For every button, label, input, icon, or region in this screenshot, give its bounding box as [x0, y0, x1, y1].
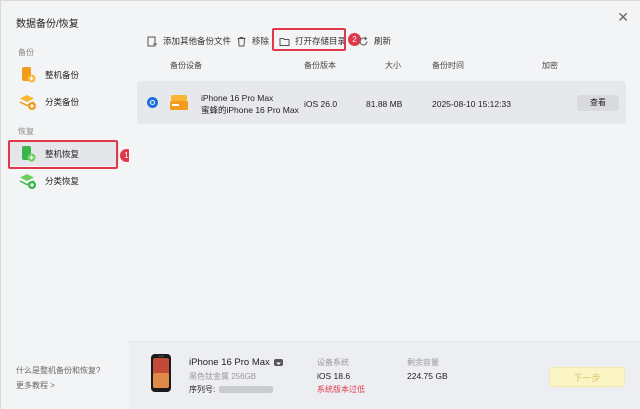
device-name: iPhone 16 Pro Max [189, 357, 270, 368]
help-link-question[interactable]: 什么是整机备份和恢复? [16, 365, 100, 376]
row-device-name: iPhone 16 Pro Max [201, 93, 274, 103]
device-info-panel: iPhone 16 Pro Max 黑色钛金属 256GB 序列号: 设备系统 … [129, 341, 640, 409]
sidebar-item-category-restore[interactable]: 分类恢复 [9, 168, 119, 193]
table-row[interactable]: iPhone 16 Pro Max 蜜蜂的iPhone 16 Pro Max i… [137, 81, 626, 124]
sidebar-item-label: 分类恢复 [45, 175, 80, 186]
device-color: 黑色钛金属 256GB [189, 372, 257, 381]
add-file-icon [147, 36, 158, 47]
row-select-radio[interactable] [147, 97, 158, 108]
row-time: 2025-08-10 15:12:33 [432, 99, 511, 109]
view-button[interactable]: 查看 [577, 95, 619, 111]
window-title: 数据备份/恢复 [16, 19, 79, 30]
row-size: 81.88 MB [366, 99, 403, 109]
chevron-down-icon [276, 362, 281, 365]
close-button[interactable]: ✕ [617, 9, 629, 26]
col-header-version: 备份版本 [304, 61, 336, 70]
row-device-owner: 蜜蜂的iPhone 16 Pro Max [201, 105, 299, 115]
serial-number: 序列号: [189, 384, 274, 395]
row-version: iOS 26.0 [304, 99, 338, 109]
sidebar-item-label: 整机备份 [45, 69, 80, 80]
col-header-encrypt: 加密 [542, 61, 558, 70]
highlight-box-open-dir [272, 28, 346, 51]
category-backup-icon [19, 93, 37, 111]
system-value: iOS 18.6 [317, 371, 351, 381]
add-backup-file-button[interactable]: 添加其他备份文件 [147, 34, 231, 48]
col-header-size: 大小 [385, 61, 401, 70]
backup-restore-window: 数据备份/恢复 备份 整机备份 分类备份 恢复 整机恢复 分类恢复 什么是整机备… [0, 0, 640, 409]
add-backup-file-label: 添加其他备份文件 [163, 36, 232, 46]
help-link-more[interactable]: 更多教程 > [16, 380, 55, 391]
system-label: 设备系统 [317, 358, 349, 367]
refresh-button[interactable]: 刷新 [358, 34, 391, 48]
remove-label: 移除 [252, 36, 270, 46]
sidebar: 数据备份/恢复 备份 整机备份 分类备份 恢复 整机恢复 分类恢复 什么是整机备… [1, 1, 129, 409]
device-dropdown-button[interactable] [274, 359, 283, 366]
refresh-icon [358, 36, 369, 47]
sidebar-item-category-backup[interactable]: 分类备份 [9, 89, 119, 114]
serial-label: 序列号: [189, 385, 216, 394]
highlight-box-restore [8, 140, 118, 169]
category-restore-icon [19, 172, 37, 190]
next-button[interactable]: 下一步 [549, 367, 625, 387]
phone-backup-icon [19, 66, 37, 84]
backup-drive-icon [169, 94, 189, 113]
serial-redacted [219, 386, 274, 394]
sidebar-item-full-backup[interactable]: 整机备份 [9, 62, 119, 87]
restore-section-label: 恢复 [18, 127, 34, 136]
sidebar-item-label: 分类备份 [45, 96, 80, 107]
col-header-device: 备份设备 [170, 61, 202, 70]
remove-button[interactable]: 移除 [236, 34, 269, 48]
space-value: 224.75 GB [407, 371, 448, 381]
iphone-image [150, 353, 172, 395]
trash-icon [236, 36, 247, 47]
backup-section-label: 备份 [18, 48, 34, 57]
col-header-time: 备份时间 [432, 61, 464, 70]
space-label: 剩余容量 [407, 358, 439, 367]
refresh-label: 刷新 [374, 36, 392, 46]
system-warning: 系统版本过低 [317, 385, 365, 394]
